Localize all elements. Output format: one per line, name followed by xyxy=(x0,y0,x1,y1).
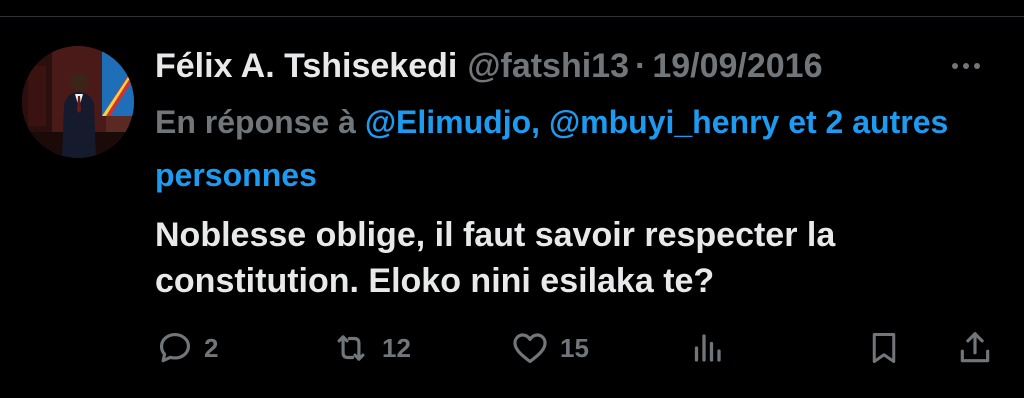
tweet-text: Noblesse oblige, il faut savoir respecte… xyxy=(155,216,836,300)
retweet-button[interactable]: 12 xyxy=(330,326,411,370)
reply-icon xyxy=(159,332,191,363)
reply-context: En réponse à @Elimudjo, @mbuyi_henry et … xyxy=(155,96,975,202)
author-handle[interactable]: @fatshi13 xyxy=(467,44,629,88)
share-button[interactable] xyxy=(956,326,994,370)
tweet-date[interactable]: 19/09/2016 xyxy=(652,44,822,88)
retweet-count: 12 xyxy=(382,332,411,363)
top-divider xyxy=(0,16,1024,17)
views-icon xyxy=(694,334,721,362)
retweet-icon xyxy=(337,335,365,361)
views-button[interactable] xyxy=(689,326,725,370)
share-icon xyxy=(960,332,990,363)
reply-button[interactable]: 2 xyxy=(156,326,218,370)
more-horizontal-icon[interactable] xyxy=(948,48,984,84)
author-name[interactable]: Félix A. Tshisekedi xyxy=(155,44,457,88)
heart-icon xyxy=(513,333,547,364)
meta-separator: · xyxy=(635,47,647,85)
like-count: 15 xyxy=(560,332,589,363)
bookmark-icon xyxy=(872,333,896,363)
reply-prefix: En réponse à xyxy=(155,104,356,140)
tweet-header: Félix A. Tshisekedi @fatshi13 · 19/09/20… xyxy=(155,44,984,88)
like-button[interactable]: 15 xyxy=(510,326,589,370)
reply-count: 2 xyxy=(204,332,219,363)
action-bar: 2 12 15 xyxy=(156,326,1000,370)
avatar[interactable] xyxy=(22,46,134,158)
bookmark-button[interactable] xyxy=(866,326,902,370)
